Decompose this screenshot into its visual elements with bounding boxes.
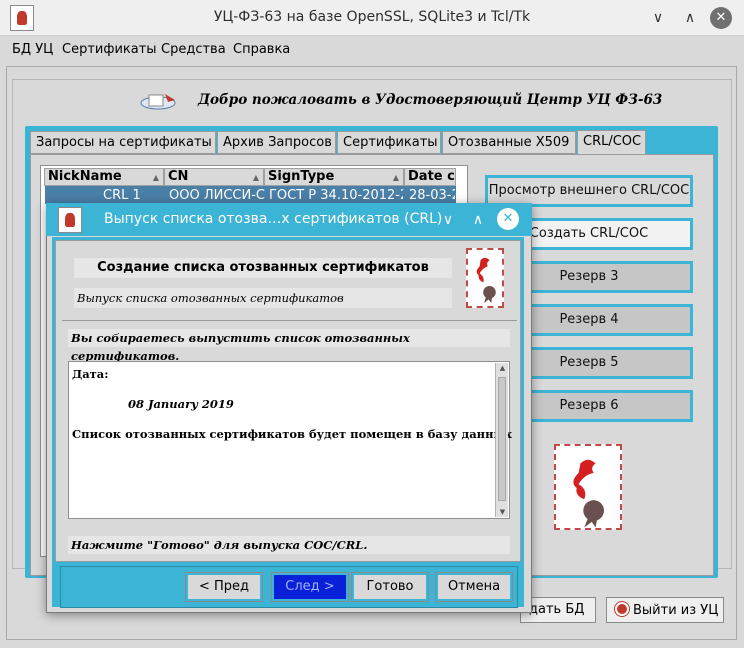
- column-header-nickname[interactable]: NickName ▲: [44, 168, 164, 186]
- cell-date: 28-03-2: [409, 188, 455, 203]
- dialog-certificate-icon: [466, 248, 504, 308]
- scroll-thumb[interactable]: [498, 377, 506, 501]
- dialog-footer-note: Нажмите "Готово" для выпуска COC/CRL.: [68, 536, 510, 554]
- tab-certificates[interactable]: Сертификаты: [337, 131, 441, 154]
- column-header-cn[interactable]: CN ▲: [164, 168, 264, 186]
- tab-request-archive[interactable]: Архив Запросов: [217, 131, 336, 154]
- window-titlebar: УЦ-ФЗ-63 на базе OpenSSL, SQLite3 и Tcl/…: [0, 0, 744, 36]
- scroll-up-icon[interactable]: ▲: [498, 364, 507, 372]
- menu-tools[interactable]: Средства: [161, 42, 226, 57]
- cell-nickname: CRL 1: [103, 188, 141, 203]
- column-header-date[interactable]: Date cr: [404, 168, 456, 186]
- dialog-notice: Вы собираетесь выпустить список отозванн…: [68, 329, 510, 363]
- certificate-icon: [554, 444, 622, 530]
- vertical-scrollbar[interactable]: ▲ ▼: [495, 363, 508, 517]
- date-label: Дата:: [72, 367, 109, 381]
- next-button[interactable]: След >: [271, 572, 349, 602]
- close-icon[interactable]: ✕: [710, 7, 732, 29]
- minimize-icon[interactable]: ∨: [648, 8, 668, 28]
- tab-revoked-x509[interactable]: Отозванные X509: [442, 131, 576, 154]
- table-row[interactable]: CRL 1 ООО ЛИССИ-С ГОСТ Р 34.10-2012-2 28…: [45, 186, 456, 204]
- dialog-body-text: Список отозванных сертификатов будет пом…: [72, 427, 512, 441]
- scroll-down-icon[interactable]: ▼: [498, 508, 507, 516]
- dialog-title: Выпуск списка отозва…х сертификатов (CRL…: [104, 211, 443, 227]
- ca-logo-icon: [140, 94, 176, 110]
- power-icon: [615, 602, 629, 616]
- maximize-icon[interactable]: ∧: [680, 8, 700, 28]
- dialog-minimize-icon[interactable]: ∨: [438, 210, 458, 230]
- window-title: УЦ-ФЗ-63 на базе OpenSSL, SQLite3 и Tcl/…: [213, 9, 531, 25]
- dialog-header-title: Создание списка отозванных сертификатов: [74, 258, 452, 278]
- dialog-maximize-icon[interactable]: ∧: [468, 210, 488, 230]
- menu-db[interactable]: БД УЦ: [12, 42, 53, 57]
- menu-certificates[interactable]: Сертификаты: [62, 42, 157, 57]
- dialog-header-subtitle: Выпуск списка отозванных сертификатов: [74, 288, 452, 308]
- dialog-app-icon: [58, 207, 82, 233]
- done-button[interactable]: Готово: [351, 572, 429, 602]
- cancel-button[interactable]: Отмена: [435, 572, 513, 602]
- prev-button[interactable]: < Пред: [185, 572, 263, 602]
- tab-crl[interactable]: CRL/COC: [577, 130, 646, 155]
- date-value: 08 January 2019: [128, 397, 234, 411]
- column-header-signtype[interactable]: SignType ▲: [264, 168, 404, 186]
- tab-requests[interactable]: Запросы на сертификаты: [30, 131, 216, 154]
- dialog-separator: [62, 320, 517, 321]
- exit-ca-button[interactable]: Выйти из УЦ: [606, 597, 724, 623]
- dialog-close-icon[interactable]: ✕: [497, 208, 519, 230]
- welcome-text: Добро пожаловать в Удостоверяющий Центр …: [198, 92, 663, 108]
- menu-help[interactable]: Справка: [233, 42, 290, 57]
- cell-cn: ООО ЛИССИ-С: [169, 188, 265, 203]
- menubar: БД УЦ Сертификаты Средства Справка: [0, 37, 744, 62]
- cell-signtype: ГОСТ Р 34.10-2012-2: [269, 188, 403, 203]
